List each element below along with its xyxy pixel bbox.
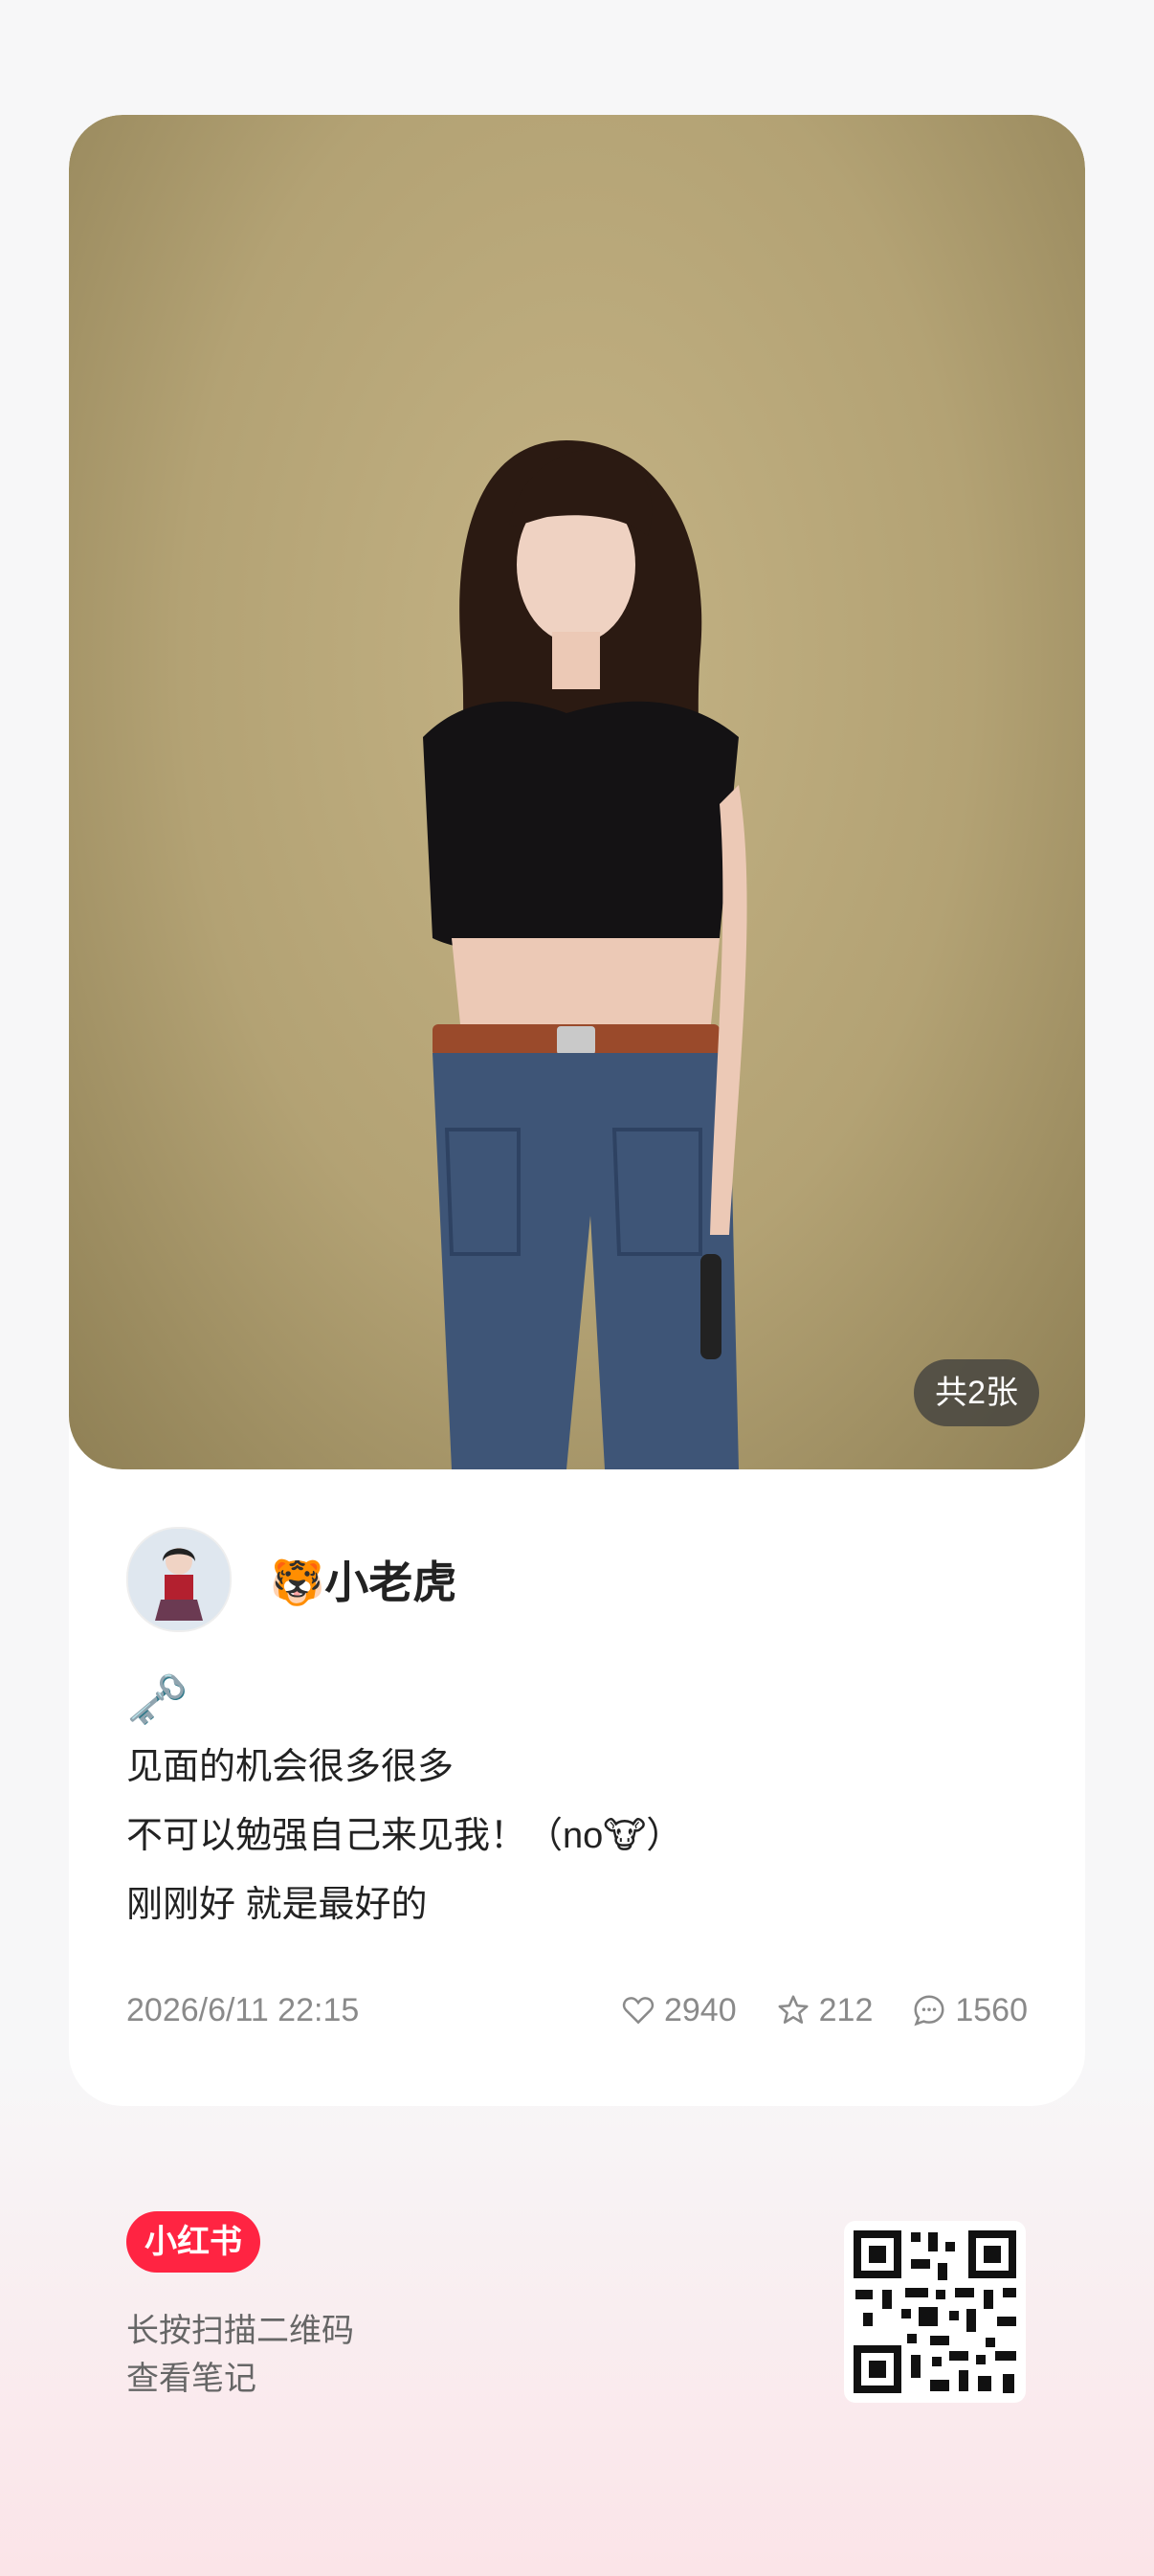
qr-code-graphic xyxy=(854,2230,1016,2393)
content-line: 刚刚好 就是最好的 xyxy=(126,1885,428,1925)
image-count-badge: 共2张 xyxy=(914,1359,1039,1426)
qr-prompt: 长按扫描二维码 查看笔记 xyxy=(126,2307,354,2403)
qr-prompt-line1: 长按扫描二维码 xyxy=(126,2313,354,2349)
content-line: 不可以勉强自己来见我！（no🐮） xyxy=(126,1816,683,1856)
author-emoji: 🐯 xyxy=(270,1557,325,1607)
comment-stat[interactable]: 1560 xyxy=(911,1992,1028,2029)
post-photo[interactable]: 共2张 xyxy=(69,115,1085,1469)
content-line: 见面的机会很多很多 xyxy=(126,1747,455,1787)
heart-icon xyxy=(622,1997,655,2025)
qr-prompt-line2: 查看笔记 xyxy=(126,2361,256,2397)
post-meta-row: 2026/6/11 22:15 2940 212 1560 xyxy=(126,1982,1028,2039)
qr-code[interactable] xyxy=(844,2221,1026,2403)
xiaohongshu-logo: 小红书 xyxy=(126,2211,260,2273)
like-count: 2940 xyxy=(663,1991,737,2028)
lead-emoji: 🗝️ xyxy=(126,1672,189,1728)
author-name[interactable]: 🐯小老虎 xyxy=(270,1548,456,1611)
star-icon xyxy=(778,1995,809,2024)
author-name-text: 小老虎 xyxy=(324,1557,457,1607)
collect-count: 212 xyxy=(818,1991,874,2028)
collect-stat[interactable]: 212 xyxy=(775,1991,874,2029)
avatar[interactable] xyxy=(126,1527,232,1632)
note-card: 共2张 🐯小老虎 🗝️ 见面的机会很多很多 不可以勉强自己来见我！（no🐮） 刚… xyxy=(69,115,1085,2106)
comment-count: 1560 xyxy=(955,1991,1028,2028)
like-stat[interactable]: 2940 xyxy=(620,1992,737,2029)
photo-illustration xyxy=(423,440,747,1469)
post-content: 🗝️ 见面的机会很多很多 不可以勉强自己来见我！（no🐮） 刚刚好 就是最好的 xyxy=(126,1666,1028,1939)
author-row[interactable]: 🐯小老虎 xyxy=(126,1527,456,1632)
comment-icon xyxy=(914,1995,944,2027)
post-date: 2026/6/11 22:15 xyxy=(126,1991,360,2028)
